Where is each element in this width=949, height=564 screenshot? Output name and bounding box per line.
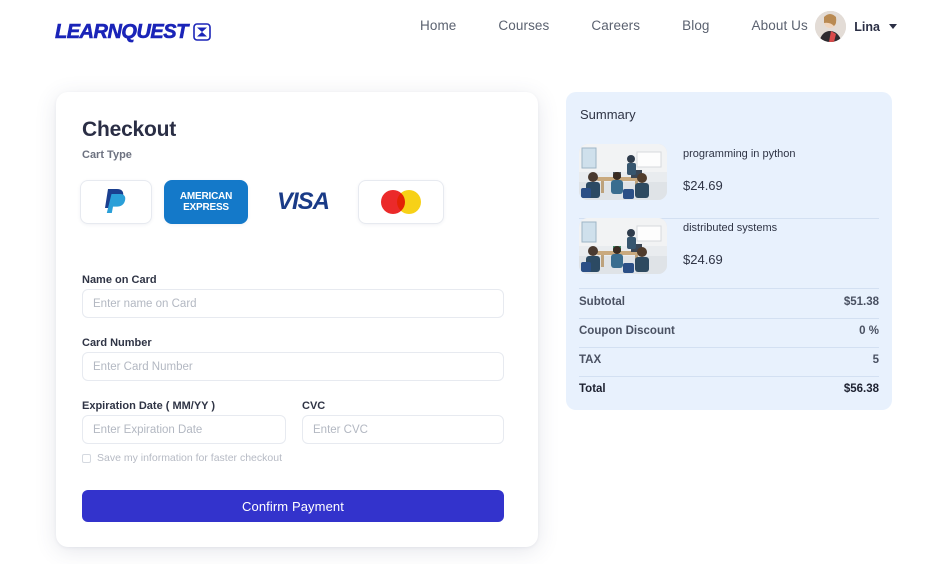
payment-method-options: AMERICAN EXPRESS VISA	[80, 180, 444, 224]
paypal-icon	[103, 186, 129, 219]
expiration-date-label: Expiration Date ( MM/YY )	[82, 400, 216, 412]
save-info-row[interactable]: Save my information for faster checkout	[82, 452, 282, 464]
summary-total-value: $56.38	[843, 383, 879, 395]
summary-item-name: programming in python	[683, 148, 796, 160]
save-info-label: Save my information for faster checkout	[97, 452, 282, 464]
save-info-checkbox[interactable]	[82, 453, 91, 463]
amex-label: AMERICAN EXPRESS	[180, 191, 232, 213]
nav-item-courses[interactable]: Courses	[498, 18, 549, 33]
checkout-card: Checkout Cart Type AMERICAN EXPRESS VISA	[56, 92, 538, 547]
summary-row-value: 0 %	[859, 325, 879, 337]
name-on-card-input[interactable]	[82, 289, 504, 318]
summary-item-1[interactable]: programming in python $24.69	[579, 144, 879, 212]
name-on-card-label: Name on Card	[82, 274, 157, 286]
summary-row-total: Total $56.38	[579, 376, 879, 405]
course-thumbnail	[579, 144, 667, 200]
main-nav: Home Courses Careers Blog About Us	[420, 18, 808, 33]
cvc-input[interactable]	[302, 415, 504, 444]
payment-option-paypal[interactable]	[80, 180, 152, 224]
logo-text: LEARNQUEST	[55, 21, 189, 43]
amex-line-2: EXPRESS	[183, 202, 229, 213]
summary-row-subtotal: Subtotal $51.38	[579, 289, 879, 318]
summary-item-name: distributed systems	[683, 222, 778, 234]
user-name: Lina	[854, 19, 880, 34]
summary-row-label: Subtotal	[579, 296, 625, 308]
summary-row-value: $51.38	[843, 296, 879, 308]
summary-item-price: $24.69	[683, 252, 723, 267]
summary-item-2[interactable]: distributed systems $24.69	[579, 218, 879, 286]
payment-option-mastercard[interactable]	[358, 180, 444, 224]
cvc-label: CVC	[302, 400, 326, 412]
amex-line-1: AMERICAN	[179, 191, 233, 202]
summary-row-tax: TAX 5	[579, 347, 879, 376]
summary-title: Summary	[580, 107, 636, 122]
summary-item-price: $24.69	[683, 178, 723, 193]
summary-row-label: Coupon Discount	[579, 325, 675, 337]
page-title: Checkout	[82, 118, 177, 141]
card-number-input[interactable]	[82, 352, 504, 381]
user-menu[interactable]: Lina	[815, 11, 897, 42]
visa-icon: VISA	[276, 188, 330, 215]
card-number-label: Card Number	[82, 337, 152, 349]
site-header: LEARNQUEST Home Courses Careers Blog Abo…	[0, 0, 949, 62]
summary-total-label: Total	[579, 383, 606, 395]
payment-option-visa[interactable]: VISA	[260, 180, 346, 224]
expiration-date-input[interactable]	[82, 415, 286, 444]
logo[interactable]: LEARNQUEST	[55, 22, 212, 42]
nav-item-home[interactable]: Home	[420, 18, 456, 33]
graduation-cap-icon	[192, 22, 212, 42]
chevron-down-icon[interactable]	[889, 24, 897, 29]
payment-option-amex[interactable]: AMERICAN EXPRESS	[164, 180, 248, 224]
avatar[interactable]	[815, 11, 847, 42]
cart-type-label: Cart Type	[82, 149, 132, 161]
nav-item-blog[interactable]: Blog	[682, 18, 709, 33]
course-thumbnail	[579, 218, 667, 274]
summary-row-label: TAX	[579, 354, 602, 366]
nav-item-careers[interactable]: Careers	[591, 18, 640, 33]
nav-item-about-us[interactable]: About Us	[752, 18, 808, 33]
confirm-payment-button[interactable]: Confirm Payment	[82, 490, 504, 522]
mastercard-icon	[381, 190, 421, 214]
summary-row-coupon-discount: Coupon Discount 0 %	[579, 318, 879, 347]
summary-panel: Summary programming in python $24.69 dis…	[566, 92, 892, 410]
summary-row-value: 5	[872, 354, 879, 366]
